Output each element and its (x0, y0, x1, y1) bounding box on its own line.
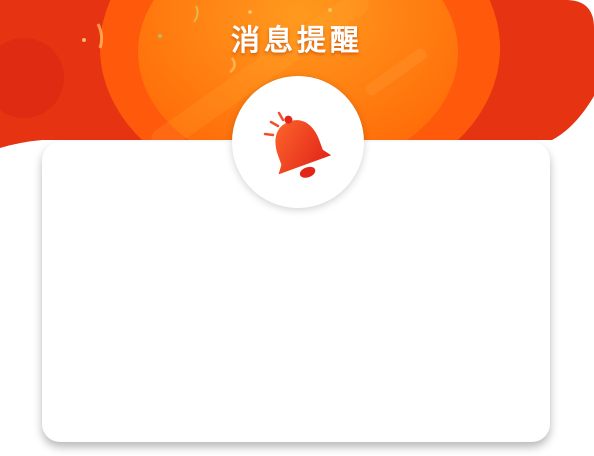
bell-badge (232, 76, 364, 208)
bell-icon (263, 111, 332, 178)
dialog-title: 消息提醒 (230, 23, 363, 57)
message-reminder-dialog: 消息提醒 (0, 0, 594, 456)
